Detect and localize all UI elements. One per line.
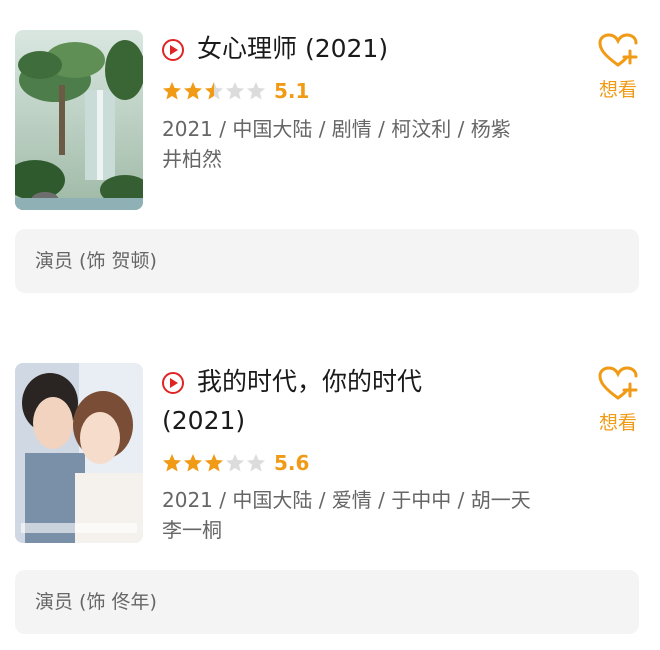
movie-poster[interactable] bbox=[15, 363, 143, 543]
star-full-icon bbox=[184, 82, 202, 100]
rating-score: 5.6 bbox=[274, 451, 310, 475]
movie-poster[interactable] bbox=[15, 30, 143, 210]
star-rating bbox=[162, 453, 267, 477]
poster-couple-image bbox=[15, 363, 143, 543]
heart-plus-icon bbox=[598, 33, 638, 67]
movie-meta: 2021 / 中国大陆 / 剧情 / 柯汶利 / 杨紫 井柏然 bbox=[162, 117, 511, 171]
star-rating bbox=[162, 81, 267, 105]
want-to-watch-label: 想看 bbox=[598, 412, 637, 434]
star-half-icon bbox=[205, 82, 223, 100]
role-text: 演员 (饰 佟年) bbox=[35, 591, 157, 613]
want-to-watch-label: 想看 bbox=[598, 79, 637, 101]
movie-title-year[interactable]: (2021) bbox=[162, 402, 245, 440]
play-icon[interactable] bbox=[162, 372, 184, 394]
role-text: 演员 (饰 贺顿) bbox=[35, 250, 157, 272]
star-empty-icon bbox=[247, 454, 265, 472]
role-box[interactable]: 演员 (饰 佟年) bbox=[15, 570, 639, 634]
star-empty-icon bbox=[226, 82, 244, 100]
star-empty-icon bbox=[247, 82, 265, 100]
want-to-watch-button[interactable]: 想看 bbox=[594, 366, 642, 435]
play-icon[interactable] bbox=[162, 39, 184, 61]
movie-meta: 2021 / 中国大陆 / 爱情 / 于中中 / 胡一天 李一桐 bbox=[162, 488, 531, 542]
movie-title[interactable]: 我的时代，你的时代 bbox=[197, 363, 422, 401]
star-full-icon bbox=[205, 454, 223, 472]
poster-tree-image bbox=[15, 30, 143, 210]
star-full-icon bbox=[184, 454, 202, 472]
want-to-watch-button[interactable]: 想看 bbox=[594, 33, 642, 102]
star-empty-icon bbox=[226, 454, 244, 472]
role-box[interactable]: 演员 (饰 贺顿) bbox=[15, 229, 639, 293]
heart-plus-icon bbox=[598, 366, 638, 400]
rating-score: 5.1 bbox=[274, 79, 310, 103]
star-full-icon bbox=[163, 454, 181, 472]
star-full-icon bbox=[163, 82, 181, 100]
movie-title[interactable]: 女心理师 (2021) bbox=[197, 30, 388, 68]
